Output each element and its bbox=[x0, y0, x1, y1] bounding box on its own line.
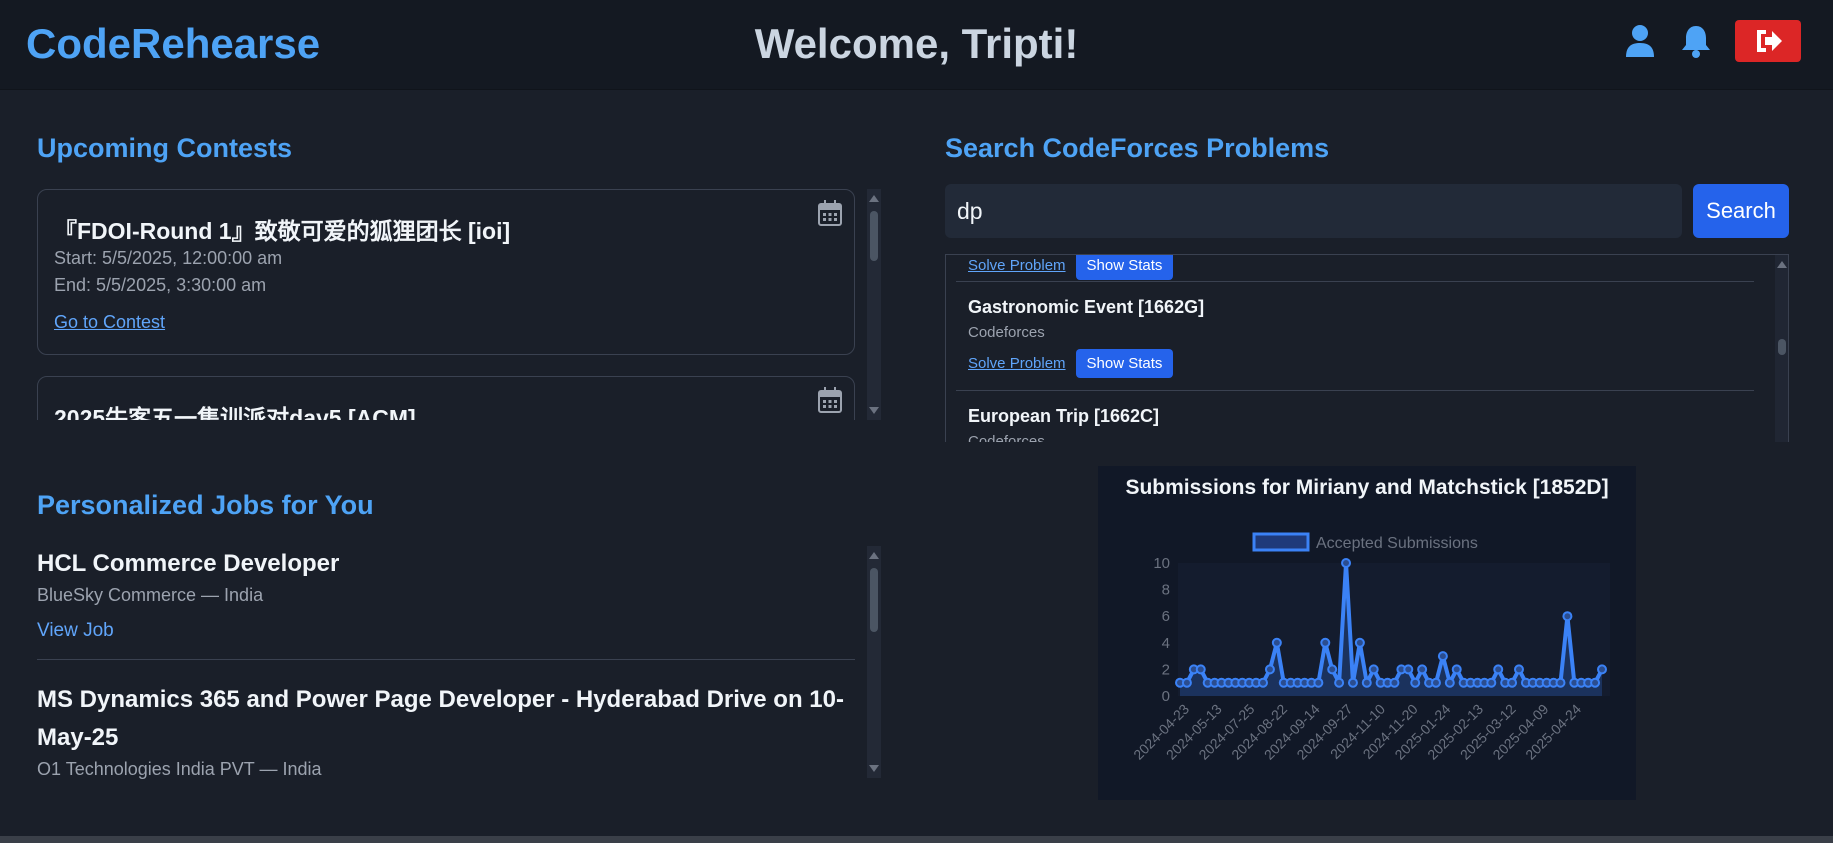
view-job-link[interactable]: View Job bbox=[37, 620, 114, 642]
jobs-heading: Personalized Jobs for You bbox=[37, 490, 374, 520]
plot-area bbox=[1178, 563, 1610, 696]
divider bbox=[956, 390, 1754, 391]
submissions-chart-panel: Submissions for Miriany and Matchstick [… bbox=[1098, 466, 1636, 800]
y-tick-label: 8 bbox=[1162, 582, 1170, 599]
contest-end: End: 5/5/2025, 3:30:00 am bbox=[54, 275, 267, 295]
search-results-list[interactable]: Solve Problem Show Stats Gastronomic Eve… bbox=[945, 254, 1789, 442]
header-actions bbox=[1623, 20, 1801, 62]
data-point bbox=[1417, 664, 1428, 675]
scroll-down-arrow-icon[interactable] bbox=[869, 765, 879, 772]
problem-source: Codeforces bbox=[968, 433, 1045, 442]
legend-label: Accepted Submissions bbox=[1316, 535, 1478, 552]
data-point bbox=[1410, 677, 1421, 688]
scroll-up-arrow-icon[interactable] bbox=[869, 195, 879, 202]
data-point bbox=[1437, 651, 1448, 662]
y-tick-label: 6 bbox=[1162, 608, 1170, 625]
data-point bbox=[1181, 677, 1192, 688]
scroll-up-arrow-icon[interactable] bbox=[1777, 261, 1787, 268]
submissions-chart: 02468102024-04-232024-05-132024-07-25202… bbox=[1130, 532, 1610, 763]
data-point bbox=[1562, 611, 1573, 622]
data-point bbox=[1341, 558, 1352, 568]
data-point bbox=[1555, 677, 1566, 688]
data-point bbox=[1271, 637, 1282, 648]
divider bbox=[37, 659, 855, 660]
data-point bbox=[1354, 637, 1365, 648]
data-point bbox=[1389, 677, 1400, 688]
job-item: HCL Commerce Developer BlueSky Commerce … bbox=[37, 545, 855, 642]
contests-list[interactable]: 『FDOI-Round 1』致敬可爱的狐狸团长 [ioi] Start: 5/5… bbox=[37, 188, 883, 420]
job-company: BlueSky Commerce — India bbox=[37, 585, 264, 605]
contest-name: 『FDOI-Round 1』致敬可爱的狐狸团长 [ioi] bbox=[54, 218, 511, 244]
jobs-list[interactable]: HCL Commerce Developer BlueSky Commerce … bbox=[37, 545, 883, 780]
result-item: Gastronomic Event [1662G] Codeforces Sol… bbox=[968, 297, 1758, 378]
calendar-icon[interactable] bbox=[818, 200, 842, 226]
contest-card: 『FDOI-Round 1』致敬可爱的狐狸团长 [ioi] Start: 5/5… bbox=[37, 189, 855, 355]
user-icon[interactable] bbox=[1623, 21, 1657, 61]
job-title: MS Dynamics 365 and Power Page Developer… bbox=[37, 686, 844, 751]
scrollbar-thumb[interactable] bbox=[1778, 339, 1786, 355]
scrollbar-thumb[interactable] bbox=[870, 568, 878, 632]
data-point bbox=[1313, 677, 1324, 688]
calendar-icon[interactable] bbox=[818, 387, 842, 413]
search-heading: Search CodeForces Problems bbox=[945, 133, 1330, 163]
data-point bbox=[1493, 664, 1504, 675]
data-point bbox=[1430, 677, 1441, 688]
search-input[interactable] bbox=[945, 184, 1682, 238]
data-point bbox=[1347, 677, 1358, 688]
jobs-scrollbar[interactable] bbox=[867, 546, 881, 778]
show-stats-button[interactable]: Show Stats bbox=[1075, 255, 1174, 280]
go-to-contest-link[interactable]: Go to Contest bbox=[54, 312, 165, 333]
divider bbox=[956, 281, 1754, 282]
y-tick-label: 10 bbox=[1153, 555, 1170, 572]
legend-swatch bbox=[1252, 532, 1310, 552]
scroll-up-arrow-icon[interactable] bbox=[869, 552, 879, 559]
results-scrollbar[interactable] bbox=[1775, 255, 1788, 442]
job-company: O1 Technologies India PVT — India bbox=[37, 759, 322, 779]
problem-name: European Trip [1662C] bbox=[968, 406, 1160, 426]
welcome-heading: Welcome, Tripti! bbox=[754, 20, 1079, 67]
data-point bbox=[1320, 637, 1331, 648]
data-point bbox=[1327, 664, 1338, 675]
y-tick-label: 4 bbox=[1162, 635, 1170, 652]
search-button[interactable]: Search bbox=[1693, 184, 1789, 238]
y-tick-label: 2 bbox=[1162, 661, 1170, 678]
scroll-down-arrow-icon[interactable] bbox=[869, 407, 879, 414]
data-point bbox=[1486, 677, 1497, 688]
data-point bbox=[1264, 664, 1275, 675]
bell-icon[interactable] bbox=[1679, 21, 1713, 61]
result-item: Solve Problem Show Stats bbox=[968, 255, 1758, 280]
logout-icon bbox=[1757, 30, 1782, 52]
solve-problem-link[interactable]: Solve Problem bbox=[968, 355, 1066, 372]
data-point bbox=[1368, 664, 1379, 675]
contest-card: 2025牛客五一集训派对day5 [ACM] bbox=[37, 376, 855, 420]
show-stats-button[interactable]: Show Stats bbox=[1075, 349, 1174, 378]
y-tick-label: 0 bbox=[1162, 688, 1170, 705]
data-point bbox=[1334, 677, 1345, 688]
job-item: MS Dynamics 365 and Power Page Developer… bbox=[37, 681, 855, 780]
contests-scrollbar[interactable] bbox=[867, 189, 881, 420]
data-point bbox=[1590, 677, 1601, 688]
data-point bbox=[1403, 664, 1414, 675]
page-bottom-edge bbox=[0, 836, 1833, 843]
job-title: HCL Commerce Developer bbox=[37, 550, 340, 577]
problem-source: Codeforces bbox=[968, 324, 1045, 341]
top-navbar: CodeRehearse Welcome, Tripti! bbox=[0, 0, 1833, 90]
data-point bbox=[1361, 677, 1372, 688]
contest-start: Start: 5/5/2025, 12:00:00 am bbox=[54, 248, 283, 268]
data-point bbox=[1258, 677, 1269, 688]
solve-problem-link[interactable]: Solve Problem bbox=[968, 257, 1066, 274]
data-point bbox=[1597, 664, 1607, 675]
data-point bbox=[1444, 677, 1455, 688]
contests-heading: Upcoming Contests bbox=[37, 133, 293, 163]
contest-name: 2025牛客五一集训派对day5 [ACM] bbox=[54, 405, 416, 420]
result-item: European Trip [1662C] Codeforces bbox=[968, 406, 1758, 442]
data-point bbox=[1513, 664, 1524, 675]
scrollbar-thumb[interactable] bbox=[870, 211, 878, 261]
data-point bbox=[1195, 664, 1206, 675]
problem-name: Gastronomic Event [1662G] bbox=[968, 297, 1205, 317]
data-point bbox=[1507, 677, 1518, 688]
data-point bbox=[1451, 664, 1462, 675]
logout-button[interactable] bbox=[1735, 20, 1801, 62]
